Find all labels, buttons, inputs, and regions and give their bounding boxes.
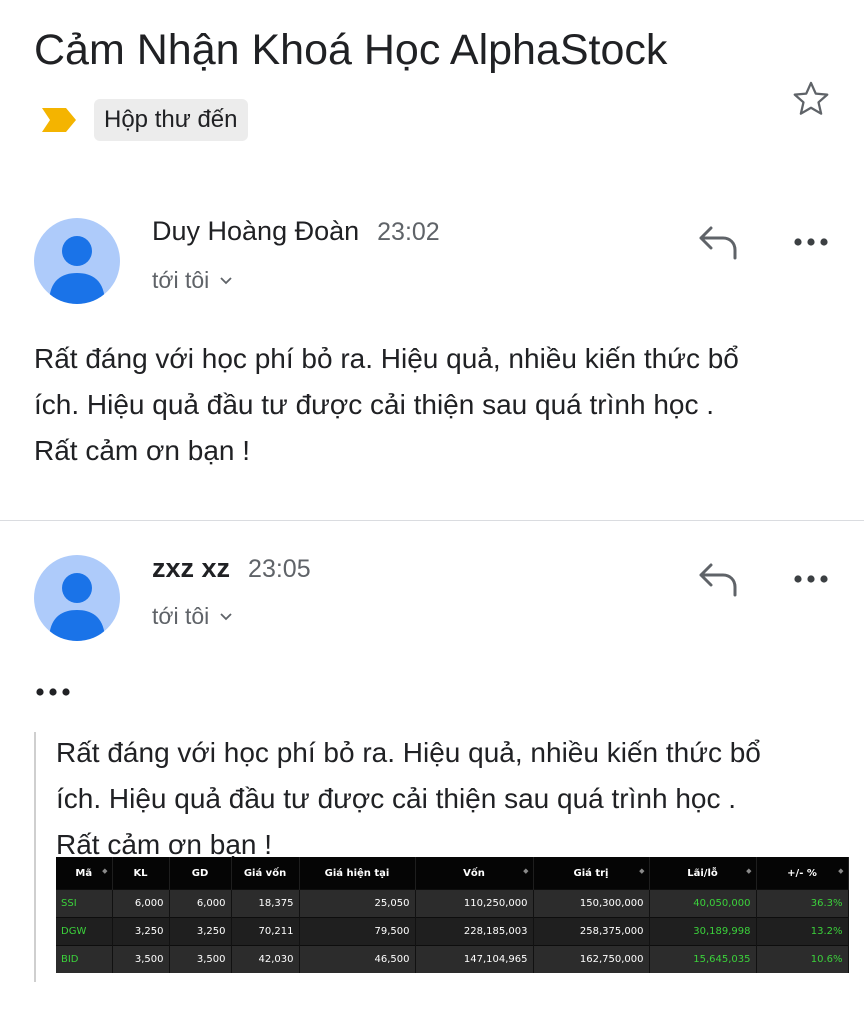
message-header: Duy Hoàng Đoàn 23:02 [152, 214, 440, 249]
avatar[interactable] [34, 218, 120, 304]
sort-icon: ◆ [746, 867, 752, 875]
table-cell: 3,500 [112, 945, 170, 973]
stock-code-cell: BID [56, 945, 113, 973]
recipient-toggle[interactable]: tới tôi [152, 603, 233, 630]
table-cell: 6,000 [169, 889, 232, 918]
profit-cell: 30,189,998 [649, 917, 757, 946]
table-cell: 150,300,000 [533, 889, 650, 918]
message-body: Rất đáng với học phí bỏ ra. Hiệu quả, nh… [34, 336, 739, 474]
table-cell: 42,030 [231, 945, 300, 973]
table-cell: 3,250 [169, 917, 232, 946]
recipient-toggle[interactable]: tới tôi [152, 267, 233, 294]
table-cell: 18,375 [231, 889, 300, 918]
column-header[interactable]: Giá vốn [231, 857, 300, 890]
table-row: BID 3,500 3,500 42,030 46,500 147,104,96… [56, 945, 849, 973]
column-header[interactable]: Mã ◆ [56, 857, 113, 890]
more-horizontal-icon [794, 238, 828, 246]
body-line: Rất cảm ơn bạn ! [34, 435, 251, 466]
chevron-down-icon [220, 612, 232, 620]
sort-icon: ◆ [102, 867, 108, 875]
sort-icon: ◆ [523, 867, 529, 875]
quoted-line: Rất đáng với học phí bỏ ra. Hiệu quả, nh… [56, 737, 761, 768]
chevron-down-icon [220, 276, 232, 284]
table-cell: 3,250 [112, 917, 170, 946]
profit-cell: 15,645,035 [649, 945, 757, 973]
star-button[interactable] [790, 78, 832, 120]
body-line: ích. Hiệu quả đầu tư được cải thiện sau … [34, 389, 715, 420]
body-line: Rất đáng với học phí bỏ ra. Hiệu quả, nh… [34, 343, 739, 374]
email-subject: Cảm Nhận Khoá Học AlphaStock [34, 26, 668, 74]
message-time: 23:02 [377, 218, 440, 246]
more-options-button[interactable] [792, 234, 830, 255]
person-icon [49, 236, 105, 304]
important-marker-icon[interactable] [40, 106, 78, 134]
profit-cell: 40,050,000 [649, 889, 757, 918]
table-cell: 6,000 [112, 889, 170, 918]
message-time: 23:05 [248, 555, 311, 583]
recipient-label: tới tôi [152, 603, 210, 629]
stock-code-cell: SSI [56, 889, 113, 918]
reply-button[interactable] [697, 224, 739, 265]
column-header[interactable]: Giá hiện tại [299, 857, 416, 890]
message-divider [0, 520, 864, 521]
table-cell: 110,250,000 [415, 889, 534, 918]
star-outline-icon [793, 81, 829, 115]
column-header[interactable]: Lãi/lỗ ◆ [649, 857, 757, 890]
more-horizontal-icon [36, 688, 70, 696]
table-cell: 3,500 [169, 945, 232, 973]
quote-bar [34, 732, 36, 982]
reply-icon [699, 226, 737, 260]
more-options-button[interactable] [792, 571, 830, 592]
table-header-row: Mã ◆ KL GD Giá vốn Giá hiện tại Vốn ◆ Giá … [56, 857, 849, 890]
inbox-label-chip[interactable]: Hộp thư đến [94, 99, 248, 141]
column-header[interactable]: +/- % ◆ [756, 857, 849, 890]
label-row: Hộp thư đến [40, 99, 248, 141]
message-header: zxz xz 23:05 [152, 551, 311, 586]
table-cell: 258,375,000 [533, 917, 650, 946]
avatar[interactable] [34, 555, 120, 641]
table-cell: 162,750,000 [533, 945, 650, 973]
sender-name: zxz xz [152, 553, 231, 583]
table-row: SSI 6,000 6,000 18,375 25,050 110,250,00… [56, 889, 849, 918]
percent-cell: 10.6% [756, 945, 849, 973]
column-header[interactable]: Vốn ◆ [415, 857, 534, 890]
column-header[interactable]: Giá trị ◆ [533, 857, 650, 890]
percent-cell: 36.3% [756, 889, 849, 918]
column-header[interactable]: KL [112, 857, 170, 890]
portfolio-table: Mã ◆ KL GD Giá vốn Giá hiện tại Vốn ◆ Giá … [56, 857, 849, 973]
show-trimmed-content-button[interactable] [34, 682, 74, 702]
quoted-line: ích. Hiệu quả đầu tư được cải thiện sau … [56, 783, 737, 814]
table-cell: 79,500 [299, 917, 416, 946]
quoted-text: Rất đáng với học phí bỏ ra. Hiệu quả, nh… [56, 730, 761, 868]
reply-button[interactable] [697, 561, 739, 602]
sort-icon: ◆ [838, 867, 844, 875]
more-horizontal-icon [794, 575, 828, 583]
table-cell: 147,104,965 [415, 945, 534, 973]
table-cell: 25,050 [299, 889, 416, 918]
person-icon [49, 573, 105, 641]
percent-cell: 13.2% [756, 917, 849, 946]
sender-name: Duy Hoàng Đoàn [152, 216, 360, 246]
sort-icon: ◆ [639, 867, 645, 875]
column-header[interactable]: GD [169, 857, 232, 890]
reply-icon [699, 563, 737, 597]
table-cell: 228,185,003 [415, 917, 534, 946]
table-cell: 70,211 [231, 917, 300, 946]
table-row: DGW 3,250 3,250 70,211 79,500 228,185,00… [56, 917, 849, 946]
table-cell: 46,500 [299, 945, 416, 973]
stock-code-cell: DGW [56, 917, 113, 946]
recipient-label: tới tôi [152, 267, 210, 293]
